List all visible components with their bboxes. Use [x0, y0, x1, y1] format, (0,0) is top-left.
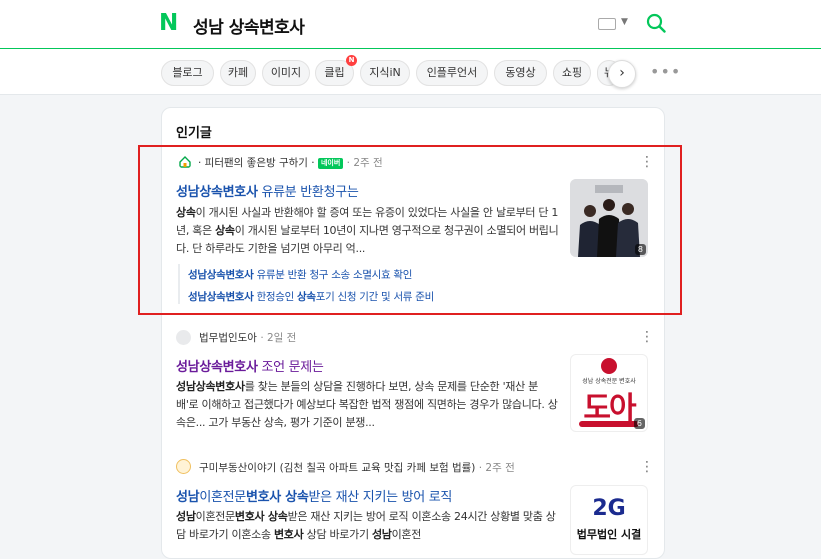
search-icon[interactable]	[646, 13, 666, 33]
snippet-text: 받은 재산 지키는 방어 로직	[308, 490, 453, 505]
firm-logo-icon	[601, 358, 617, 374]
snippet-text: 성남	[176, 510, 196, 523]
search-header: N 성남 상속변호사 ▼	[0, 0, 821, 49]
search-tabs	[0, 49, 821, 95]
tab-label: 블로그	[172, 66, 203, 79]
tab-label: 이미지	[270, 66, 302, 79]
post-time: · 2일 전	[260, 332, 297, 344]
snippet-text: 이혼전	[391, 528, 422, 541]
post-thumbnail[interactable]: 2G 법무법인 시결	[570, 485, 648, 555]
post-source[interactable]: 법무법인도아 · 2일 전	[199, 330, 296, 345]
tab-label: 인플루언서	[426, 66, 478, 79]
snippet-text: 성남	[176, 490, 200, 505]
post-options-icon[interactable]: ⋮	[640, 329, 654, 345]
naver-logo[interactable]: N	[159, 12, 179, 35]
tab-label: 동영상	[505, 66, 536, 79]
tab-label: 지식iN	[369, 66, 401, 79]
post-snippet[interactable]: 성남이혼전문변호사 상속받은 재산 지키는 방어 로직 이혼소송 24시간 상황…	[176, 508, 560, 544]
highlight-box	[138, 145, 682, 315]
new-badge: N	[346, 55, 357, 66]
post-time: · 2주 전	[478, 462, 515, 474]
post-options-icon[interactable]: ⋮	[640, 459, 654, 475]
source-name[interactable]: 구미부동산이야기 (김천 칠곡 아파트 교육 맛집 카페 보험 법률)	[199, 462, 475, 474]
snippet-text: 변호사 상속	[245, 490, 309, 505]
tab-2[interactable]: 이미지	[262, 60, 310, 86]
blog-avatar[interactable]	[176, 459, 191, 474]
source-name[interactable]: 법무법인도아	[199, 332, 257, 344]
post-source[interactable]: 구미부동산이야기 (김천 칠곡 아파트 교육 맛집 카페 보험 법률) · 2주…	[199, 460, 515, 475]
snippet-text: 성남상속변호사	[176, 380, 245, 393]
tab-7[interactable]: 쇼핑	[553, 60, 591, 86]
thumb-text: 2G	[592, 496, 626, 521]
tab-label: 쇼핑	[561, 66, 583, 79]
tab-1[interactable]: 카페	[220, 60, 256, 86]
thumb-subtitle: 법무법인 시결	[576, 528, 642, 541]
snippet-text: 변호사	[273, 528, 304, 541]
tab-label: 카페	[227, 66, 249, 79]
post-title[interactable]: 성남상속변호사 조언 문제는	[176, 356, 324, 375]
search-query[interactable]: 성남 상속변호사	[193, 13, 305, 38]
snippet-text: 변호사 상속	[234, 510, 288, 523]
snippet-text: 상담 바로가기	[303, 528, 372, 541]
image-count: 6	[633, 418, 645, 429]
tabs-next-button[interactable]: ›	[608, 60, 636, 88]
snippet-text: 이혼전문	[199, 490, 246, 505]
chevron-down-icon[interactable]: ▼	[621, 17, 628, 27]
post-title[interactable]: 성남이혼전문변호사 상속받은 재산 지키는 방어 로직	[176, 486, 452, 505]
tab-0[interactable]: 블로그	[161, 60, 214, 86]
blog-avatar[interactable]	[176, 330, 191, 345]
section-title: 인기글	[176, 126, 212, 141]
snippet-text: 이혼전문	[195, 510, 236, 523]
tab-label: 클립	[324, 66, 345, 79]
tab-6[interactable]: 동영상	[494, 60, 547, 86]
tab-5[interactable]: 인플루언서	[416, 60, 488, 86]
keyboard-icon[interactable]	[598, 18, 616, 30]
tab-4[interactable]: 지식iN	[360, 60, 410, 86]
post-thumbnail[interactable]: 성남 상속전문 변호사 도아 6	[570, 354, 648, 432]
more-icon[interactable]: •••	[650, 62, 681, 81]
tab-3[interactable]: 클립 N	[315, 55, 357, 86]
snippet-text: 성남	[371, 528, 392, 541]
post-snippet[interactable]: 성남상속변호사를 찾는 분들의 상담을 진행하다 보면, 상속 문제를 단순한 …	[176, 378, 560, 432]
thumb-banner	[579, 421, 639, 427]
